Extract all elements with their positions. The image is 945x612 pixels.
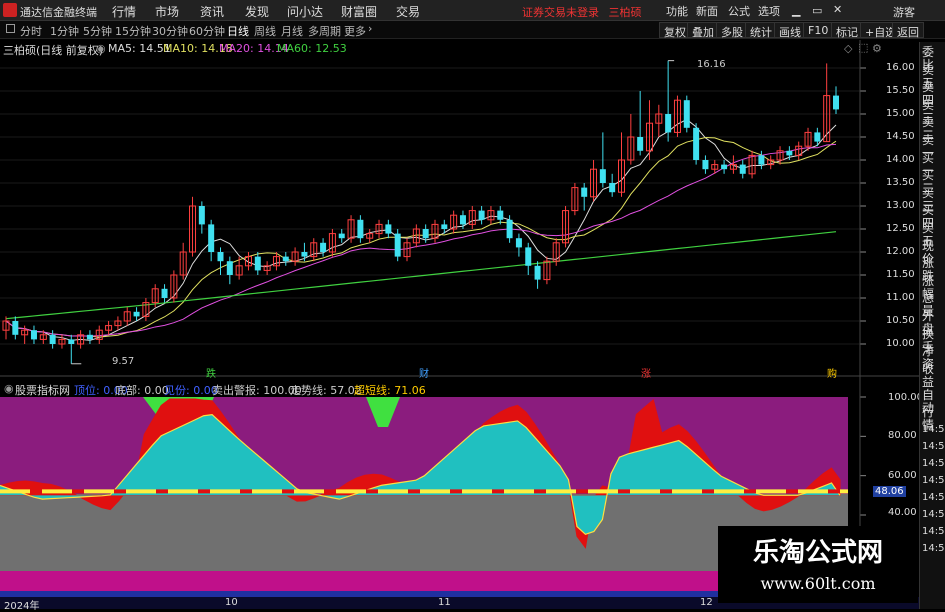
price-y-label: 16.00 [886, 62, 915, 73]
ma5-line [5, 118, 837, 341]
price-y-label: 10.00 [886, 338, 915, 349]
ind-y-60: 60.00 [888, 470, 917, 481]
ma20-line [5, 143, 837, 337]
candle-body [506, 219, 513, 239]
candle-body [49, 334, 56, 344]
ind-y-80: 80.00 [888, 430, 917, 441]
field-sell-alert: 卖出警报: 100.00 [212, 384, 302, 397]
candle-body [721, 164, 728, 170]
candle-body [497, 210, 504, 220]
price-y-label: 11.00 [886, 292, 915, 303]
sidebar2-item[interactable]: 14:50 [922, 525, 945, 538]
candle-body [637, 137, 644, 151]
candle-body [581, 187, 588, 197]
candle-body [338, 233, 345, 239]
price-y-label: 15.50 [886, 85, 915, 96]
candle-body [282, 256, 289, 262]
candle-body [208, 224, 215, 252]
candle-body [133, 311, 140, 317]
candle-body [320, 242, 327, 252]
candle-body [683, 100, 690, 128]
indicator-dot-icon[interactable]: ◉ [4, 382, 14, 395]
candle-body [394, 233, 401, 257]
ind-y-40: 40.00 [888, 507, 917, 518]
candle-body [12, 321, 19, 335]
candle-body [833, 95, 839, 110]
field-dibu: 底部: 0.00 [115, 384, 169, 397]
field-trend-line: 走势线: 57.02 [290, 384, 362, 397]
candle-body [665, 114, 672, 133]
candle-body [86, 334, 93, 340]
watermark-url: www.60lt.com [760, 574, 876, 593]
price-y-label: 14.50 [886, 131, 915, 142]
chart-canvas [0, 40, 919, 600]
sidebar2-item[interactable]: 14:50 [922, 457, 945, 470]
sidebar2-item[interactable]: 14:50 [922, 423, 945, 436]
sidebar2-item[interactable]: 14:50 [922, 440, 945, 453]
candle-body [217, 252, 224, 262]
sidebar2-item[interactable]: 14:50 [922, 491, 945, 504]
price-y-label: 14.00 [886, 154, 915, 165]
candle-body [786, 150, 793, 156]
candle-body [609, 183, 616, 193]
price-grid [0, 67, 866, 345]
candle-body [814, 132, 821, 142]
candle-body [226, 261, 233, 275]
marker-cai: 财 [419, 369, 429, 380]
watermark: 乐淘公式网 www.60lt.com [718, 526, 918, 603]
field-jianfen: 见份: 0.00 [164, 384, 218, 397]
low-label: 9.57 [112, 356, 135, 367]
time-label-2024: 2024年 [4, 601, 40, 612]
time-label-11: 11 [438, 597, 451, 608]
sidebar-bottom: 自动行情14:5014:5014:5014:5014:5014:5014:501… [919, 387, 945, 609]
candle-body [254, 256, 261, 271]
candle-body [515, 238, 522, 248]
indicator-info-bar: ◉ 股票指标网 顶位: 0.00 底部: 0.00 见份: 0.00 卖出警报:… [0, 380, 860, 398]
candle-body [534, 265, 541, 280]
high-label: 16.16 [697, 59, 726, 70]
candle-body [422, 229, 429, 239]
watermark-title: 乐淘公式网 [752, 538, 883, 568]
candle-body [161, 288, 168, 298]
field-ultra-short: 超短线: 71.06 [354, 384, 426, 397]
indicator-name[interactable]: 股票指标网 [15, 382, 70, 398]
sidebar2-item[interactable]: 14:50 [922, 542, 945, 555]
candle-body [459, 215, 466, 225]
price-y-label: 13.00 [886, 200, 915, 211]
marker-gou: 购 [827, 369, 837, 380]
candle-body [599, 169, 606, 183]
candle-body [693, 127, 700, 160]
price-y-label: 13.50 [886, 177, 915, 188]
candle-body [30, 330, 37, 340]
candle-body [198, 206, 205, 225]
candle-body [702, 160, 709, 170]
quote-sidebar: 委比 卖五 卖四 卖三 卖二 卖一 买一 买二 买三 买四 买五 现价 涨跌 涨幅 总量 外盘 换手 净资 收益 [919, 42, 945, 389]
candlesticks [2, 60, 839, 365]
sidebar-item[interactable]: 收益 [922, 362, 945, 389]
price-y-label: 10.50 [886, 315, 915, 326]
sidebar2-item[interactable]: 14:50 [922, 474, 945, 487]
ind-y-100: 100.00 [888, 392, 923, 403]
marker-die: 跌 [206, 369, 216, 380]
time-label-12: 12 [700, 597, 713, 608]
candle-body [758, 155, 765, 165]
time-label-10: 10 [225, 597, 238, 608]
price-y-label: 12.50 [886, 223, 915, 234]
ma-lines [5, 118, 837, 341]
candle-body [441, 224, 448, 229]
price-y-label: 15.00 [886, 108, 915, 119]
candle-body [301, 252, 308, 257]
price-y-label: 12.00 [886, 246, 915, 257]
candle-body [525, 247, 532, 266]
candle-body [739, 164, 746, 174]
marker-zhang: 涨 [641, 369, 651, 380]
price-y-label: 11.50 [886, 269, 915, 280]
candle-body [478, 210, 485, 220]
candle-body [385, 224, 392, 234]
candle-body [357, 219, 364, 239]
sidebar2-item[interactable]: 14:50 [922, 508, 945, 521]
ind-current-value: 48.06 [873, 486, 906, 497]
candle-body [68, 339, 75, 344]
